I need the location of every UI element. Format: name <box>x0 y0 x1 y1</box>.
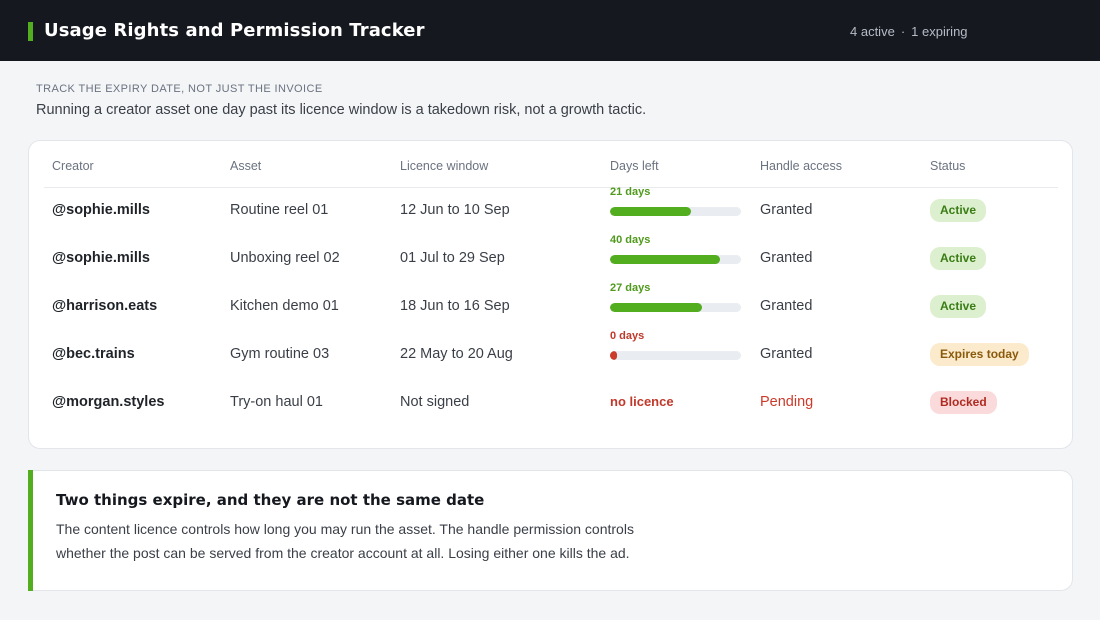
section-eyebrow: TRACK THE EXPIRY DATE, NOT JUST THE INVO… <box>36 83 323 95</box>
days-left-fill <box>610 255 721 264</box>
app-header: Usage Rights and Permission Tracker 4 ac… <box>0 0 1100 61</box>
status-badge: Active <box>930 247 987 270</box>
creator-handle[interactable]: @bec.trains <box>52 346 135 362</box>
licence-window: 01 Jul to 29 Sep <box>400 250 505 266</box>
explainer-accent-bar <box>28 470 33 591</box>
asset-name: Try-on haul 01 <box>230 394 323 410</box>
column-header-licence-window: Licence window <box>400 159 489 173</box>
explainer-title: Two things expire, and they are not the … <box>56 491 485 509</box>
table-row[interactable]: @morgan.styles Try-on haul 01 Not signed… <box>29 378 1074 426</box>
table-row[interactable]: @sophie.mills Unboxing reel 02 01 Jul to… <box>29 234 1074 282</box>
active-count: 4 active <box>850 24 895 39</box>
table-row[interactable]: @bec.trains Gym routine 03 22 May to 20 … <box>29 330 1074 378</box>
days-left-bar <box>610 303 741 312</box>
column-header-creator: Creator <box>52 159 94 173</box>
days-left-bar <box>610 207 741 216</box>
days-left-label: 21 days <box>610 186 651 198</box>
header-accent-bar <box>28 22 33 41</box>
days-left-label: 0 days <box>610 330 645 342</box>
days-left-fill <box>610 351 617 360</box>
section-lede: Running a creator asset one day past its… <box>36 102 647 118</box>
expiring-count: 1 expiring <box>911 24 968 39</box>
no-licence-label: no licence <box>610 394 674 409</box>
handle-access: Pending <box>760 394 814 410</box>
days-left-bar <box>610 351 741 360</box>
creator-handle[interactable]: @morgan.styles <box>52 394 164 410</box>
handle-access: Granted <box>760 298 813 314</box>
page-title: Usage Rights and Permission Tracker <box>44 20 425 41</box>
column-header-asset: Asset <box>230 159 262 173</box>
days-left-fill <box>610 207 692 216</box>
status-badge: Expires today <box>930 343 1029 366</box>
asset-name: Routine reel 01 <box>230 202 329 218</box>
column-header-days-left: Days left <box>610 159 659 173</box>
licence-window: Not signed <box>400 394 470 410</box>
asset-name: Kitchen demo 01 <box>230 298 339 314</box>
creator-handle[interactable]: @harrison.eats <box>52 298 157 314</box>
licence-window: 18 Jun to 16 Sep <box>400 298 510 314</box>
column-header-status: Status <box>930 159 966 173</box>
days-left-label: 40 days <box>610 234 651 246</box>
explainer-card: Two things expire, and they are not the … <box>28 470 1073 591</box>
creator-handle[interactable]: @sophie.mills <box>52 250 150 266</box>
table-row[interactable]: @sophie.mills Routine reel 01 12 Jun to … <box>29 186 1074 234</box>
column-header-handle-access: Handle access <box>760 159 842 173</box>
creator-handle[interactable]: @sophie.mills <box>52 202 150 218</box>
header-summary: 4 active · 1 expiring <box>850 24 968 39</box>
licence-window: 12 Jun to 10 Sep <box>400 202 510 218</box>
handle-access: Granted <box>760 346 813 362</box>
summary-separator: · <box>900 24 906 39</box>
status-badge: Blocked <box>930 391 997 414</box>
handle-access: Granted <box>760 250 813 266</box>
asset-name: Unboxing reel 02 <box>230 250 340 266</box>
asset-name: Gym routine 03 <box>230 346 330 362</box>
days-left-bar <box>610 255 741 264</box>
licence-window: 22 May to 20 Aug <box>400 346 513 362</box>
explainer-body: The content licence controls how long yo… <box>56 521 634 561</box>
days-left-label: 27 days <box>610 282 651 294</box>
status-badge: Active <box>930 199 987 222</box>
handle-access: Granted <box>760 202 813 218</box>
days-left-fill <box>610 303 702 312</box>
rights-table: Creator Asset Licence window Days left H… <box>28 140 1073 449</box>
status-badge: Active <box>930 295 987 318</box>
table-row[interactable]: @harrison.eats Kitchen demo 01 18 Jun to… <box>29 282 1074 330</box>
